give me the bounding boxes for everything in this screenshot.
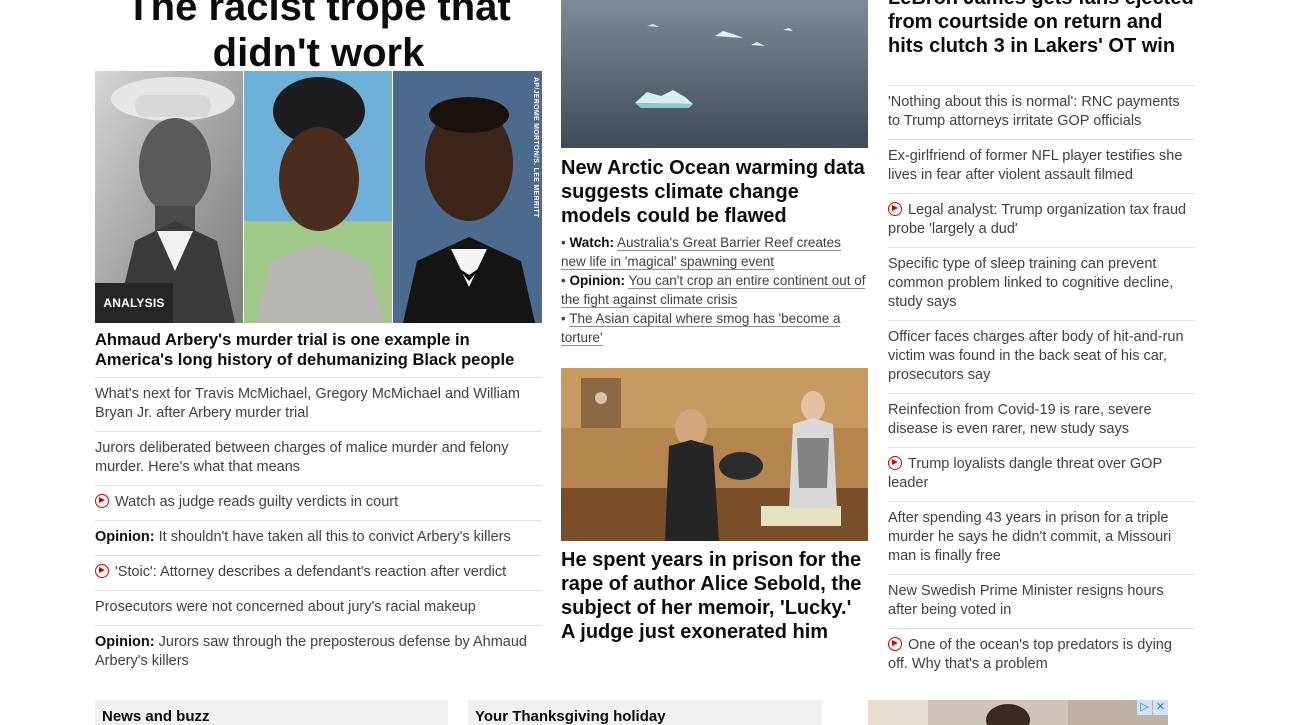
list-item[interactable]: Reinfection from Covid-19 is rare, sever… bbox=[888, 393, 1195, 447]
ad-controls: ▷ ✕ bbox=[1136, 700, 1168, 715]
list-item[interactable]: New Swedish Prime Minister resigns hours… bbox=[888, 574, 1195, 628]
story-link[interactable]: Prosecutors were not concerned about jur… bbox=[95, 599, 476, 615]
lebron-headline[interactable]: LeBron James gets fans ejected from cour… bbox=[888, 0, 1195, 58]
analysis-badge: ANALYSIS bbox=[95, 283, 173, 323]
list-item[interactable]: • The Asian capital where smog has 'beco… bbox=[561, 309, 868, 347]
list-item[interactable]: Specific type of sleep training can prev… bbox=[888, 247, 1195, 320]
story-link[interactable]: Officer faces charges after body of hit-… bbox=[888, 329, 1184, 383]
video-play-icon bbox=[95, 494, 109, 508]
story-link[interactable]: Specific type of sleep training can prev… bbox=[888, 256, 1173, 310]
watch-label: Watch: bbox=[569, 235, 614, 250]
lead-headline[interactable]: Ahmaud Arbery's murder trial is one exam… bbox=[95, 330, 542, 370]
video-play-icon bbox=[888, 456, 902, 470]
story-link[interactable]: Trump loyalists dangle threat over GOP l… bbox=[888, 456, 1162, 491]
video-play-icon bbox=[888, 202, 902, 216]
advertisement[interactable]: ▷ ✕ bbox=[868, 700, 1168, 725]
arctic-ice-photo bbox=[561, 0, 868, 148]
list-item[interactable]: What's next for Travis McMichael, Gregor… bbox=[95, 377, 542, 431]
photo-credit: AP/JEROME MORTON/S. LEE MERRITT bbox=[532, 77, 539, 218]
opinion-label: Opinion: bbox=[95, 529, 155, 545]
story-link[interactable]: New Swedish Prime Minister resigns hours… bbox=[888, 583, 1164, 618]
story-link[interactable]: 'Stoic': Attorney describes a defendant'… bbox=[115, 564, 506, 580]
list-item[interactable]: Opinion: Jurors saw through the preposte… bbox=[95, 625, 542, 679]
story-link[interactable]: Jurors deliberated between charges of ma… bbox=[95, 440, 508, 475]
section-title[interactable]: The racist trope that didn't work bbox=[95, 0, 542, 76]
list-item[interactable]: Ex-girlfriend of former NFL player testi… bbox=[888, 139, 1195, 193]
courtroom-image[interactable] bbox=[561, 368, 868, 541]
story-link[interactable]: Reinfection from Covid-19 is rare, sever… bbox=[888, 402, 1152, 437]
list-item[interactable]: After spending 43 years in prison for a … bbox=[888, 501, 1195, 574]
arctic-ocean-image[interactable] bbox=[561, 0, 868, 148]
list-item[interactable]: 'Stoic': Attorney describes a defendant'… bbox=[95, 555, 542, 590]
story-link[interactable]: After spending 43 years in prison for a … bbox=[888, 510, 1171, 564]
related-link[interactable]: The Asian capital where smog has 'become… bbox=[561, 311, 841, 346]
list-item[interactable]: Opinion: It shouldn't have taken all thi… bbox=[95, 520, 542, 555]
exoneration-headline[interactable]: He spent years in prison for the rape of… bbox=[561, 548, 868, 644]
list-item[interactable]: Prosecutors were not concerned about jur… bbox=[95, 590, 542, 625]
story-link[interactable]: Legal analyst: Trump organization tax fr… bbox=[888, 202, 1186, 237]
story-link[interactable]: Watch as judge reads guilty verdicts in … bbox=[115, 494, 398, 510]
close-icon[interactable]: ✕ bbox=[1153, 700, 1168, 715]
video-play-icon bbox=[95, 564, 109, 578]
story-link[interactable]: What's next for Travis McMichael, Gregor… bbox=[95, 386, 520, 421]
list-item[interactable]: Trump loyalists dangle threat over GOP l… bbox=[888, 447, 1195, 501]
story-link[interactable]: Ex-girlfriend of former NFL player testi… bbox=[888, 148, 1182, 183]
courtroom-photo bbox=[561, 368, 868, 541]
news-and-buzz-heading[interactable]: News and buzz bbox=[95, 700, 448, 725]
list-item[interactable]: 'Nothing about this is normal': RNC paym… bbox=[888, 85, 1195, 139]
story-link[interactable]: One of the ocean's top predators is dyin… bbox=[888, 637, 1172, 672]
opinion-label: Opinion: bbox=[95, 634, 155, 650]
list-item[interactable]: • Opinion: You can't crop an entire cont… bbox=[561, 271, 868, 309]
opinion-label: Opinion: bbox=[569, 273, 625, 288]
list-item[interactable]: Jurors deliberated between charges of ma… bbox=[95, 431, 542, 485]
list-item[interactable]: • Watch: Australia's Great Barrier Reef … bbox=[561, 233, 868, 271]
hero-image[interactable]: AP/JEROME MORTON/S. LEE MERRITT ANALYSIS bbox=[95, 71, 542, 323]
story-link[interactable]: 'Nothing about this is normal': RNC paym… bbox=[888, 94, 1180, 129]
adchoices-icon[interactable]: ▷ bbox=[1137, 700, 1152, 715]
list-item[interactable]: One of the ocean's top predators is dyin… bbox=[888, 628, 1195, 682]
related-links: • Watch: Australia's Great Barrier Reef … bbox=[561, 233, 868, 347]
thanksgiving-heading[interactable]: Your Thanksgiving holiday bbox=[468, 700, 822, 725]
arctic-headline[interactable]: New Arctic Ocean warming data suggests c… bbox=[561, 156, 868, 228]
story-link[interactable]: It shouldn't have taken all this to conv… bbox=[159, 529, 511, 545]
story-link[interactable]: Jurors saw through the preposterous defe… bbox=[95, 634, 527, 669]
video-play-icon bbox=[888, 637, 902, 651]
list-item[interactable]: Watch as judge reads guilty verdicts in … bbox=[95, 485, 542, 520]
list-item[interactable]: Officer faces charges after body of hit-… bbox=[888, 320, 1195, 393]
left-story-list: What's next for Travis McMichael, Gregor… bbox=[95, 377, 542, 679]
ad-photo bbox=[868, 700, 1168, 725]
right-story-list: 'Nothing about this is normal': RNC paym… bbox=[888, 85, 1195, 682]
list-item[interactable]: Legal analyst: Trump organization tax fr… bbox=[888, 193, 1195, 247]
